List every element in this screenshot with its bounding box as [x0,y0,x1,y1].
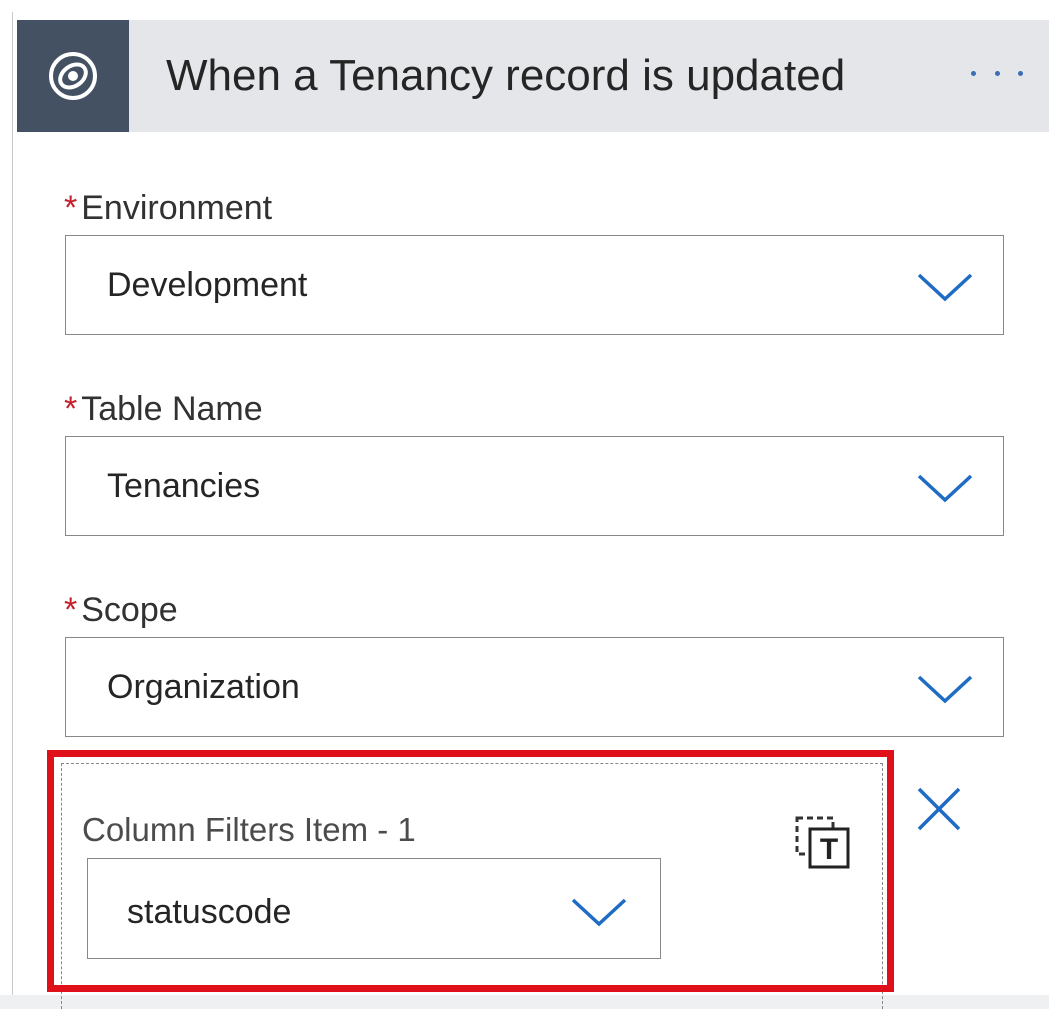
table-name-label-text: Table Name [81,390,263,428]
scope-label-text: Scope [81,591,178,629]
required-marker: * [64,189,78,227]
environment-value: Development [107,266,308,304]
trigger-title: When a Tenancy record is updated [166,51,846,100]
environment-dropdown[interactable]: Development [65,235,1004,335]
svg-text:T: T [820,833,838,866]
required-marker: * [64,390,78,428]
trigger-header[interactable]: When a Tenancy record is updated [17,20,1049,132]
chevron-down-icon [917,474,973,503]
column-filter-value: statuscode [127,893,292,931]
close-icon[interactable] [916,786,962,832]
required-marker: * [64,591,78,629]
scope-label: * Scope [64,590,178,630]
table-name-value: Tenancies [107,467,261,505]
environment-label-text: Environment [81,189,273,227]
environment-label: * Environment [64,188,272,228]
scope-value: Organization [107,668,300,706]
table-name-dropdown[interactable]: Tenancies [65,436,1004,536]
column-filter-label: Column Filters Item - 1 [82,811,416,848]
more-options-icon[interactable] [967,58,1027,88]
dataverse-logo-icon [17,20,129,132]
table-name-label: * Table Name [64,389,263,429]
chevron-down-icon [571,898,627,927]
chevron-down-icon [917,675,973,704]
switch-to-text-mode-icon[interactable]: T [794,815,854,871]
scope-dropdown[interactable]: Organization [65,637,1004,737]
column-filter-dropdown[interactable]: statuscode [87,858,661,959]
chevron-down-icon [917,273,973,302]
